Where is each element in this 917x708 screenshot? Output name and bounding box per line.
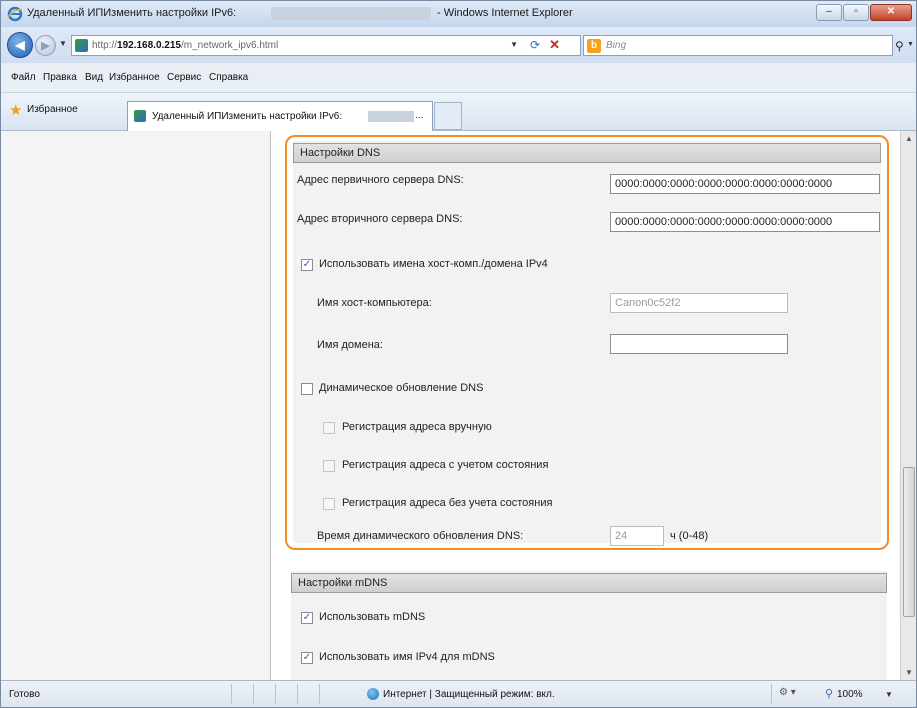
stateless-registration-label: Регистрация адреса без учета состояния bbox=[342, 497, 553, 509]
redacted-region bbox=[271, 7, 431, 20]
window-controls: – ▫ ✕ bbox=[816, 4, 912, 21]
scroll-thumb[interactable] bbox=[903, 467, 915, 617]
back-arrow-icon: ◀ bbox=[15, 38, 25, 52]
refresh-icon[interactable]: ⟳ bbox=[530, 38, 540, 52]
browser-tab-active[interactable]: Удаленный ИПИзменить настройки IPv6: ... bbox=[127, 101, 433, 131]
secondary-dns-input[interactable]: 0000:0000:0000:0000:0000:0000:0000:0000 bbox=[610, 212, 880, 232]
status-text: Готово bbox=[9, 689, 40, 700]
stateful-registration-label: Регистрация адреса с учетом состояния bbox=[342, 459, 549, 471]
close-button[interactable]: ✕ bbox=[870, 4, 912, 21]
back-button[interactable]: ◀ bbox=[7, 32, 33, 58]
use-ipv4-names-checkbox[interactable]: ✓ bbox=[301, 259, 313, 271]
window-title: Удаленный ИПИзменить настройки IPv6: bbox=[27, 7, 237, 19]
minimize-icon: – bbox=[826, 6, 832, 17]
title-bar: Удаленный ИПИзменить настройки IPv6: - W… bbox=[1, 1, 916, 27]
zoom-icon[interactable]: ⚲ bbox=[825, 687, 833, 700]
host-name-input[interactable]: Canon0c52f2 bbox=[610, 293, 788, 313]
scroll-up-icon[interactable]: ▲ bbox=[905, 134, 913, 143]
redacted-region bbox=[368, 111, 414, 122]
scroll-down-icon[interactable]: ▼ bbox=[905, 668, 913, 677]
dns-update-interval-input[interactable]: 24 bbox=[610, 526, 664, 546]
status-bar: Готово Интернет | Защищенный режим: вкл.… bbox=[1, 680, 916, 707]
maximize-button[interactable]: ▫ bbox=[843, 4, 869, 21]
ie-logo-icon bbox=[7, 6, 23, 22]
secondary-dns-label: Адрес вторичного сервера DNS: bbox=[297, 213, 463, 225]
menu-help[interactable]: Справка bbox=[209, 72, 248, 83]
addons-icon[interactable]: ⚙ ▾ bbox=[779, 687, 796, 698]
internet-zone-globe-icon bbox=[367, 688, 379, 700]
new-tab-button[interactable] bbox=[434, 102, 462, 130]
mdns-section-title: Настройки mDNS bbox=[298, 577, 388, 589]
dns-update-interval-label: Время динамического обновления DNS: bbox=[317, 530, 524, 542]
primary-dns-label: Адрес первичного сервера DNS: bbox=[297, 174, 464, 186]
maximize-icon: ▫ bbox=[854, 6, 858, 17]
menu-view[interactable]: Вид bbox=[85, 72, 103, 83]
checkmark-icon: ✓ bbox=[302, 259, 312, 270]
primary-dns-input[interactable]: 0000:0000:0000:0000:0000:0000:0000:0000 bbox=[610, 174, 880, 194]
use-mdns-label: Использовать mDNS bbox=[319, 611, 426, 623]
use-ipv4-name-mdns-label: Использовать имя IPv4 для mDNS bbox=[319, 651, 495, 663]
browser-window: Удаленный ИПИзменить настройки IPv6: - W… bbox=[0, 0, 917, 708]
dynamic-dns-update-label: Динамическое обновление DNS bbox=[319, 382, 484, 394]
use-mdns-checkbox[interactable]: ✓ bbox=[301, 612, 313, 624]
tab-ellipsis: ... bbox=[415, 110, 424, 121]
use-ipv4-name-mdns-checkbox[interactable]: ✓ bbox=[301, 652, 313, 664]
history-dropdown-icon[interactable]: ▼ bbox=[59, 39, 67, 48]
menu-bar: Файл Правка Вид Избранное Сервис Справка bbox=[1, 63, 916, 93]
menu-favorites[interactable]: Избранное bbox=[109, 72, 160, 83]
url-text[interactable]: http://192.168.0.215/m_network_ipv6.html bbox=[92, 40, 278, 51]
tab-favicon-icon bbox=[134, 110, 146, 122]
left-nav-pane bbox=[1, 131, 271, 680]
dns-section-header: Настройки DNS bbox=[293, 143, 881, 163]
page-content: Настройки DNS Адрес первичного сервера D… bbox=[1, 131, 900, 680]
dns-update-interval-unit: ч (0-48) bbox=[670, 530, 709, 542]
domain-name-label: Имя домена: bbox=[317, 339, 383, 351]
minimize-button[interactable]: – bbox=[816, 4, 842, 21]
host-name-label: Имя хост-компьютера: bbox=[317, 297, 432, 309]
site-favicon-icon bbox=[75, 39, 88, 52]
security-zone-text[interactable]: Интернет | Защищенный режим: вкл. bbox=[383, 689, 555, 700]
favorites-bar: ★ Избранное Удаленный ИПИзменить настрой… bbox=[1, 93, 916, 131]
search-icon[interactable]: ⚲ bbox=[895, 39, 904, 53]
bing-icon: b bbox=[587, 39, 601, 53]
stateless-registration-checkbox[interactable] bbox=[323, 498, 335, 510]
manual-registration-label: Регистрация адреса вручную bbox=[342, 421, 492, 433]
menu-edit[interactable]: Правка bbox=[43, 72, 77, 83]
manual-registration-checkbox[interactable] bbox=[323, 422, 335, 434]
stateful-registration-checkbox[interactable] bbox=[323, 460, 335, 472]
use-ipv4-names-label: Использовать имена хост-комп./домена IPv… bbox=[319, 258, 548, 270]
forward-arrow-icon: ▶ bbox=[41, 40, 50, 52]
menu-file[interactable]: Файл bbox=[11, 72, 36, 83]
favorites-button[interactable]: Избранное bbox=[27, 104, 78, 115]
checkmark-icon: ✓ bbox=[302, 612, 312, 623]
dynamic-dns-update-checkbox[interactable] bbox=[301, 383, 313, 395]
search-box[interactable]: b Bing bbox=[583, 35, 893, 56]
close-icon: ✕ bbox=[886, 6, 896, 17]
stop-icon[interactable]: ✕ bbox=[549, 37, 560, 53]
search-dropdown-icon[interactable]: ▼ bbox=[907, 41, 914, 48]
vertical-scrollbar[interactable]: ▲ ▼ bbox=[900, 131, 916, 680]
navigation-bar: ◀ ▶ ▼ http://192.168.0.215/m_network_ipv… bbox=[1, 27, 916, 63]
checkmark-icon: ✓ bbox=[302, 652, 312, 663]
search-placeholder: Bing bbox=[606, 40, 627, 51]
window-title-suffix: - Windows Internet Explorer bbox=[437, 7, 573, 19]
address-dropdown-icon[interactable]: ▼ bbox=[510, 40, 518, 49]
tab-title: Удаленный ИПИзменить настройки IPv6: bbox=[152, 111, 343, 122]
address-bar[interactable]: http://192.168.0.215/m_network_ipv6.html… bbox=[71, 35, 581, 56]
zoom-dropdown-icon[interactable]: ▼ bbox=[885, 690, 893, 699]
menu-tools[interactable]: Сервис bbox=[167, 72, 201, 83]
mdns-section-header: Настройки mDNS bbox=[291, 573, 887, 593]
dns-settings-section: Настройки DNS Адрес первичного сервера D… bbox=[285, 135, 889, 550]
forward-button[interactable]: ▶ bbox=[35, 35, 56, 56]
domain-name-input[interactable] bbox=[610, 334, 788, 354]
zoom-level[interactable]: 100% bbox=[837, 689, 863, 700]
dns-section-title: Настройки DNS bbox=[300, 147, 381, 159]
favorites-star-icon[interactable]: ★ bbox=[9, 101, 22, 119]
